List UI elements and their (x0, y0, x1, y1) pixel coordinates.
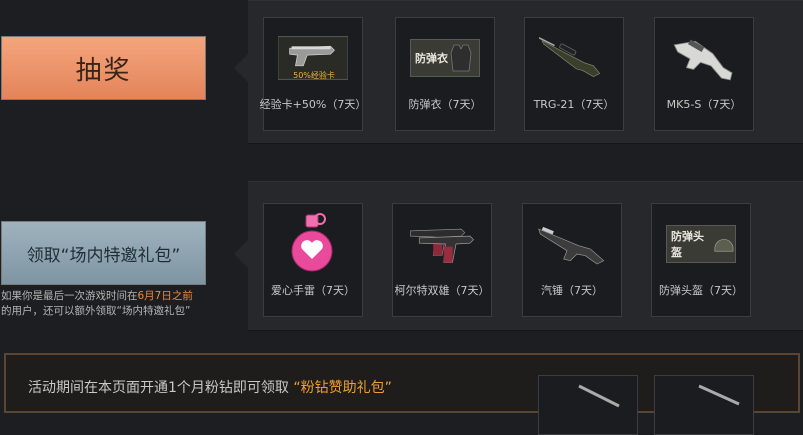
reward-item-label: 柯尔特双雄（7天） (394, 284, 490, 297)
shotgun-icon (537, 218, 607, 270)
reward-item-exp-card[interactable]: 50%经验卡 经验卡+50%（7天） (260, 17, 366, 131)
note-date-highlight: 6月7日之前 (137, 290, 193, 302)
invite-eligibility-note: 如果你是最后一次游戏时间在6月7日之前的用户，还可以额外领取“场内特邀礼包” (1, 289, 233, 319)
reward-item-label: MK5-S（7天） (666, 98, 742, 111)
reward-item-dual-pistols[interactable]: 柯尔特双雄（7天） (392, 203, 492, 317)
note-suffix: 的用户，还可以额外领取“场内特邀礼包” (1, 305, 191, 317)
promo-item-1[interactable] (538, 375, 638, 435)
helmet-badge: 防弹头盔 (671, 230, 704, 259)
heart-grenade-icon (278, 213, 348, 272)
reward-item-helmet[interactable]: 防弹头盔 防弹头盔（7天） (651, 203, 751, 317)
reward-item-label: 防弹衣（7天） (408, 98, 482, 111)
claim-invite-gift-button[interactable]: 领取“场内特邀礼包” (1, 221, 206, 285)
reward-item-label: 汽锤（7天） (541, 284, 603, 297)
reward-item-label: 爱心手雷（7天） (271, 284, 355, 297)
claim-invite-gift-label: 领取“场内特邀礼包” (26, 245, 181, 266)
promo-gift-name: “粉钻赞助礼包” (293, 380, 392, 396)
body-armor-icon: 防弹衣 (410, 32, 480, 84)
lottery-panel-arrow (234, 54, 248, 82)
exp-card-badge: 50%经验卡 (293, 71, 335, 80)
reward-item-mk5s[interactable]: MK5-S（7天） (654, 17, 754, 131)
reward-item-body-armor[interactable]: 防弹衣 防弹衣（7天） (395, 17, 495, 131)
dual-pistols-icon (407, 218, 477, 270)
reward-item-label: TRG-21（7天） (533, 98, 615, 111)
rifle-icon (698, 384, 740, 406)
promo-text: 活动期间在本页面开通1个月粉钻即可领取 “粉钻赞助礼包” (28, 377, 392, 397)
promo-item-2[interactable] (654, 375, 754, 435)
reward-item-label: 经验卡+50%（7天） (259, 98, 367, 111)
body-armor-badge: 防弹衣 (415, 52, 448, 65)
helmet-icon: 防弹头盔 (666, 218, 736, 270)
reward-item-heart-grenade[interactable]: 爱心手雷（7天） (263, 203, 363, 317)
reward-item-trg21[interactable]: TRG-21（7天） (524, 17, 624, 131)
pink-diamond-promo-panel: 活动期间在本页面开通1个月粉钻即可领取 “粉钻赞助礼包” (4, 353, 800, 435)
promo-description: 活动期间在本页面开通1个月粉钻即可领取 (28, 380, 289, 396)
reward-item-shotgun[interactable]: 汽锤（7天） (522, 203, 622, 317)
rifle-icon (578, 384, 620, 408)
lottery-button-label: 抽奖 (75, 55, 132, 86)
invite-panel-arrow (234, 240, 248, 268)
reward-item-label: 防弹头盔（7天） (659, 284, 743, 297)
smg-icon (669, 32, 739, 84)
note-prefix: 如果你是最后一次游戏时间在 (1, 290, 138, 302)
sniper-rifle-icon (539, 32, 609, 84)
lottery-button[interactable]: 抽奖 (1, 36, 206, 100)
